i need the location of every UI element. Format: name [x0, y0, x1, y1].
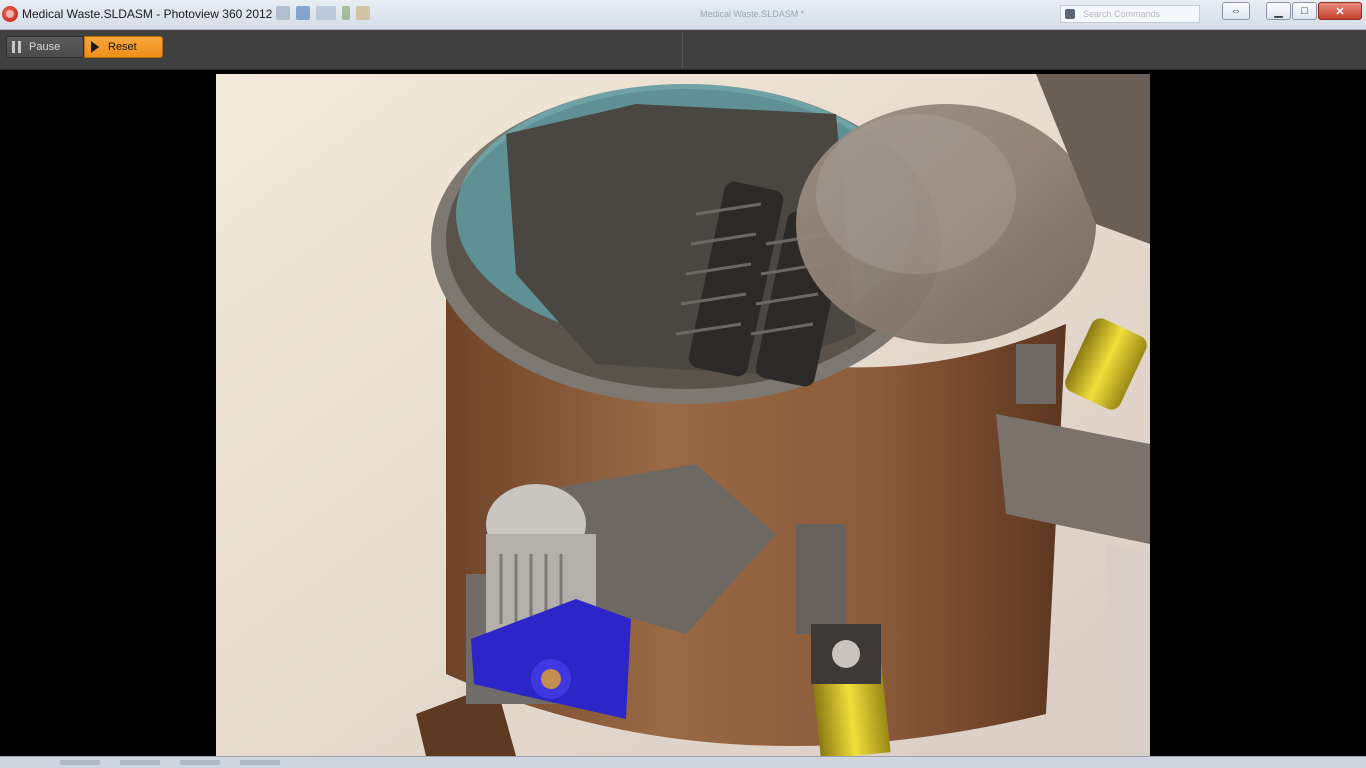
reset-button[interactable]: Reset — [84, 36, 163, 58]
close-button[interactable]: ✕ — [1318, 2, 1362, 20]
options-icon[interactable] — [316, 6, 336, 20]
background-title: Medical Waste.SLDASM * — [700, 9, 805, 19]
status-strip — [0, 756, 1366, 768]
quick-access-toolbar — [276, 6, 370, 24]
pause-label: Pause — [29, 41, 61, 53]
render-viewport[interactable] — [4, 74, 1364, 756]
toolbar-divider — [682, 32, 683, 68]
pause-button[interactable]: Pause — [6, 36, 84, 58]
print-icon[interactable] — [356, 6, 370, 20]
taskbar-tab[interactable] — [240, 760, 280, 765]
open-icon[interactable] — [276, 6, 290, 20]
app-logo-icon[interactable] — [2, 6, 18, 22]
rendered-image — [216, 74, 1150, 756]
shredder-render-illustration — [216, 74, 1150, 756]
search-placeholder: Search Commands — [1083, 9, 1161, 19]
reset-label: Reset — [108, 41, 137, 53]
search-icon — [1065, 9, 1075, 19]
rebuild-icon[interactable] — [342, 6, 350, 20]
maximize-button[interactable]: □ — [1292, 2, 1317, 20]
save-icon[interactable] — [296, 6, 310, 20]
taskbar-tab[interactable] — [180, 760, 220, 765]
play-icon — [91, 41, 99, 53]
window-title: Medical Waste.SLDASM - Photoview 360 201… — [22, 7, 273, 21]
render-toolbar: Pause Reset — [0, 30, 1366, 70]
title-bar: Medical Waste.SLDASM - Photoview 360 201… — [0, 0, 1366, 30]
minimize-button[interactable]: ▁ — [1266, 2, 1291, 20]
search-input[interactable]: Search Commands — [1060, 5, 1200, 23]
taskbar-tab[interactable] — [60, 760, 100, 765]
resize-button[interactable]: ⇔ — [1222, 2, 1250, 20]
taskbar-tab[interactable] — [120, 760, 160, 765]
pause-icon — [12, 41, 22, 53]
